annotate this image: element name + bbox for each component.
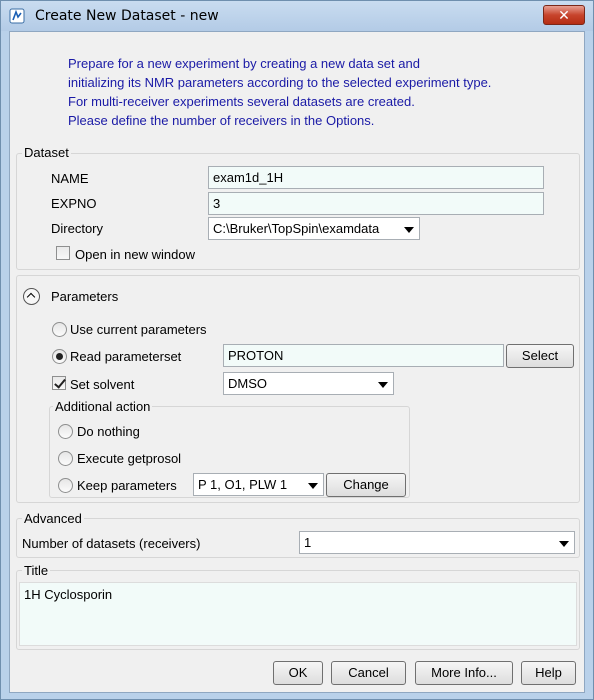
help-button-label: Help xyxy=(535,665,562,680)
solvent-value: DMSO xyxy=(228,376,267,391)
intro-text: Prepare for a new experiment by creating… xyxy=(68,54,491,130)
open-new-window-label[interactable]: Open in new window xyxy=(75,247,195,262)
name-label: NAME xyxy=(51,171,89,186)
chevron-down-icon xyxy=(378,382,388,388)
cancel-button[interactable]: Cancel xyxy=(331,661,406,685)
num-datasets-label: Number of datasets (receivers) xyxy=(22,536,201,551)
parameters-header: Parameters xyxy=(51,289,119,304)
chevron-down-icon xyxy=(404,227,414,233)
open-new-window-checkbox[interactable] xyxy=(56,246,70,260)
solvent-select[interactable]: DMSO xyxy=(223,372,394,395)
help-button[interactable]: Help xyxy=(521,661,576,685)
intro-line: initializing its NMR parameters accordin… xyxy=(68,75,492,90)
more-info-button[interactable]: More Info... xyxy=(415,661,513,685)
name-field[interactable]: exam1d_1H xyxy=(208,166,544,189)
expno-label: EXPNO xyxy=(51,196,97,211)
paramset-field[interactable]: PROTON xyxy=(223,344,504,367)
close-button[interactable]: ✕ xyxy=(543,5,585,25)
cancel-button-label: Cancel xyxy=(348,665,389,680)
additional-action-legend: Additional action xyxy=(53,399,153,414)
expno-field[interactable]: 3 xyxy=(208,192,544,215)
intro-line: Prepare for a new experiment by creating… xyxy=(68,56,420,71)
chevron-down-icon xyxy=(559,541,569,547)
title-bar[interactable]: Create New Dataset - new ✕ xyxy=(1,1,593,31)
use-current-radio[interactable] xyxy=(52,322,67,337)
intro-line: For multi-receiver experiments several d… xyxy=(68,94,415,109)
keep-params-select[interactable]: P 1, O1, PLW 1 xyxy=(193,473,324,496)
select-button[interactable]: Select xyxy=(506,344,574,368)
directory-select[interactable]: C:\Bruker\TopSpin\examdata xyxy=(208,217,420,240)
ok-button-label: OK xyxy=(288,665,308,680)
read-paramset-label[interactable]: Read parameterset xyxy=(70,349,181,364)
dialog-window: Create New Dataset - new ✕ Prepare for a… xyxy=(0,0,594,700)
more-info-button-label: More Info... xyxy=(431,665,497,680)
execute-getprosol-radio[interactable] xyxy=(58,451,73,466)
title-legend: Title xyxy=(22,563,51,578)
keep-params-value: P 1, O1, PLW 1 xyxy=(198,477,288,492)
execute-getprosol-label[interactable]: Execute getprosol xyxy=(77,451,181,466)
dataset-legend: Dataset xyxy=(22,145,71,160)
directory-label: Directory xyxy=(51,221,104,236)
ok-button[interactable]: OK xyxy=(273,661,323,685)
use-current-label[interactable]: Use current parameters xyxy=(70,322,207,337)
change-button[interactable]: Change xyxy=(326,473,406,497)
num-datasets-value: 1 xyxy=(304,535,312,550)
read-paramset-radio[interactable] xyxy=(52,349,67,364)
set-solvent-label[interactable]: Set solvent xyxy=(70,377,134,392)
dialog-content: Prepare for a new experiment by creating… xyxy=(9,31,585,693)
directory-value: C:\Bruker\TopSpin\examdata xyxy=(213,221,380,236)
do-nothing-radio[interactable] xyxy=(58,424,73,439)
num-datasets-select[interactable]: 1 xyxy=(299,531,575,554)
chevron-down-icon xyxy=(308,483,318,489)
advanced-legend: Advanced xyxy=(22,511,84,526)
title-textarea[interactable]: 1H Cyclosporin xyxy=(19,582,577,646)
keep-parameters-radio[interactable] xyxy=(58,478,73,493)
intro-line: Please define the number of receivers in… xyxy=(68,113,375,128)
do-nothing-label[interactable]: Do nothing xyxy=(77,424,140,439)
set-solvent-checkbox[interactable] xyxy=(52,376,66,390)
close-icon: ✕ xyxy=(558,7,570,23)
collapse-parameters-icon[interactable] xyxy=(23,288,40,305)
keep-parameters-label[interactable]: Keep parameters xyxy=(77,478,177,493)
window-title: Create New Dataset - new xyxy=(35,8,219,24)
topspin-app-icon xyxy=(9,8,25,24)
